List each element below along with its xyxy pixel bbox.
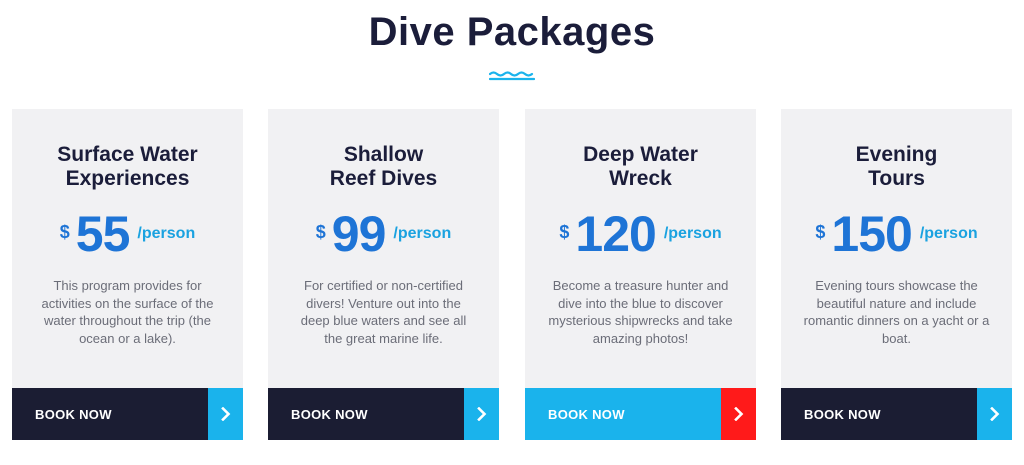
package-card-shallow-reef: Shallow Reef Dives $ 99 /person For cert… xyxy=(268,109,499,440)
chevron-right-icon[interactable] xyxy=(464,388,499,440)
book-now-button[interactable]: BOOK NOW xyxy=(268,388,499,440)
book-now-label: BOOK NOW xyxy=(12,388,208,440)
book-now-label: BOOK NOW xyxy=(268,388,464,440)
book-now-label: BOOK NOW xyxy=(525,388,721,440)
chevron-right-icon[interactable] xyxy=(208,388,243,440)
price-amount: 120 xyxy=(575,206,656,262)
book-now-button[interactable]: BOOK NOW xyxy=(12,388,243,440)
price-amount: 55 xyxy=(75,206,131,262)
book-now-label: BOOK NOW xyxy=(781,388,977,440)
package-card-deep-water-wreck: Deep Water Wreck $ 120 /person Become a … xyxy=(525,109,756,440)
package-title-line: Evening xyxy=(855,143,938,166)
package-title-line: Shallow xyxy=(343,143,424,166)
package-title-line: Experiences xyxy=(65,167,190,190)
package-title: Surface Water Experiences xyxy=(12,143,243,191)
package-title-line: Tours xyxy=(868,167,925,190)
package-title: Evening Tours xyxy=(781,143,1012,191)
price: $ 99 /person xyxy=(268,205,499,263)
currency-symbol: $ xyxy=(815,221,826,242)
price: $ 150 /person xyxy=(781,205,1012,263)
page-title: Dive Packages xyxy=(368,10,656,54)
price: $ 55 /person xyxy=(12,205,243,263)
price: $ 120 /person xyxy=(525,205,756,263)
package-title: Shallow Reef Dives xyxy=(268,143,499,191)
book-now-button[interactable]: BOOK NOW xyxy=(781,388,1012,440)
package-card-evening-tours: Evening Tours $ 150 /person Evening tour… xyxy=(781,109,1012,440)
price-unit: /person xyxy=(137,225,196,242)
price-amount: 150 xyxy=(831,206,912,262)
currency-symbol: $ xyxy=(559,221,570,242)
price-amount: 99 xyxy=(331,206,387,262)
price-unit: /person xyxy=(663,225,722,242)
package-title-line: Deep Water xyxy=(583,143,698,166)
currency-symbol: $ xyxy=(315,221,326,242)
package-title-line: Surface Water xyxy=(57,143,198,166)
book-now-button[interactable]: BOOK NOW xyxy=(525,388,756,440)
price-unit: /person xyxy=(393,225,452,242)
currency-symbol: $ xyxy=(59,221,70,242)
chevron-right-icon[interactable] xyxy=(721,388,756,440)
price-unit: /person xyxy=(919,225,978,242)
package-title-line: Reef Dives xyxy=(329,167,438,190)
package-description: Become a treasure hunter and dive into t… xyxy=(548,278,733,346)
package-description: For certified or non-certified divers! V… xyxy=(300,278,467,346)
chevron-right-icon[interactable] xyxy=(977,388,1012,440)
package-description: Evening tours showcase the beautiful nat… xyxy=(803,278,990,346)
package-title: Deep Water Wreck xyxy=(525,143,756,191)
package-description: This program provides for activities on … xyxy=(41,278,214,346)
package-title-line: Wreck xyxy=(609,167,672,190)
wave-divider-icon xyxy=(489,71,535,81)
package-card-surface-water: Surface Water Experiences $ 55 /person T… xyxy=(12,109,243,440)
